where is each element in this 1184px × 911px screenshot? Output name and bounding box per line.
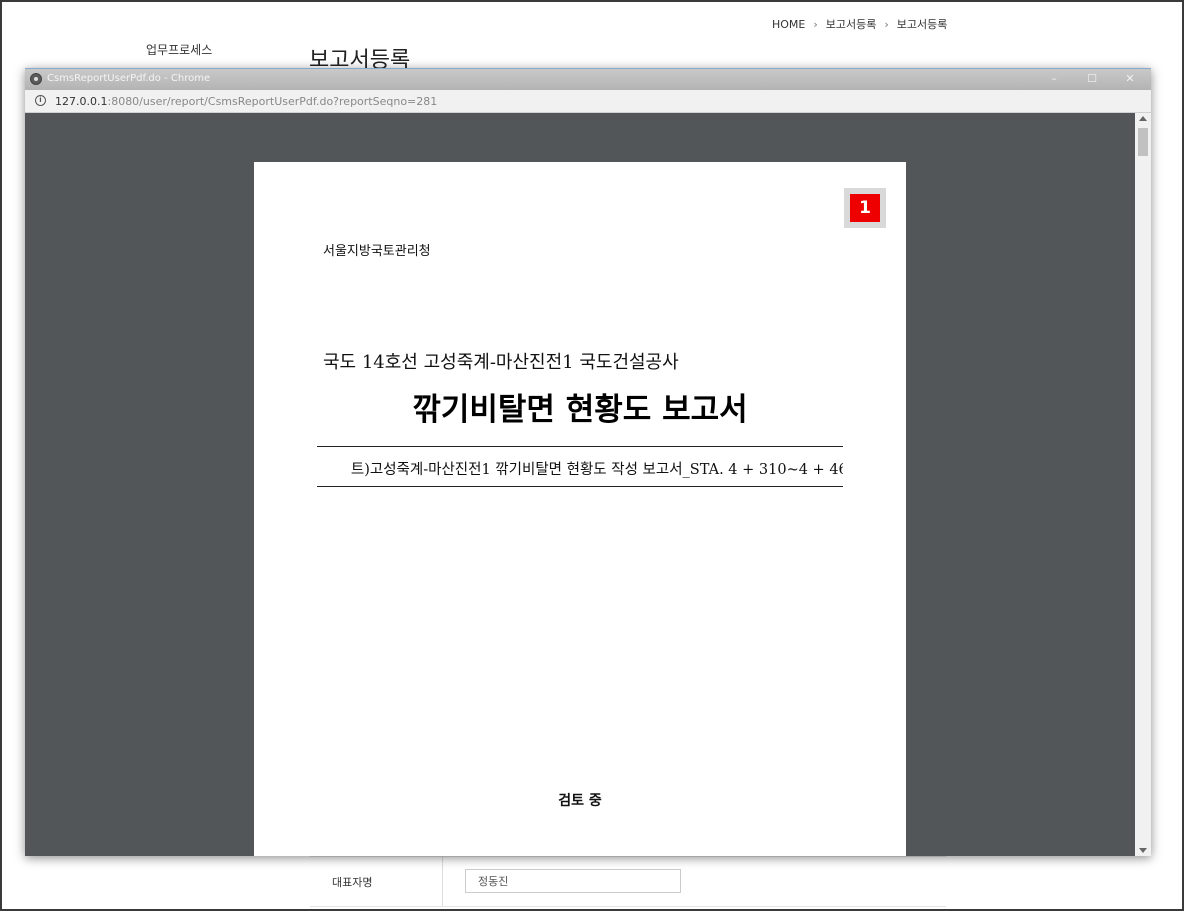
form-row-representative: 대표자명 [310, 856, 946, 907]
close-button[interactable]: ✕ [1119, 71, 1141, 87]
scrollbar-thumb[interactable] [1138, 128, 1148, 156]
title-rule-top [317, 446, 843, 447]
representative-label: 대표자명 [332, 876, 373, 889]
window-title: CsmsReportUserPdf.do - Chrome [47, 73, 211, 84]
scroll-up-arrow-icon[interactable] [1139, 116, 1147, 121]
window-titlebar[interactable]: CsmsReportUserPdf.do - Chrome – ☐ ✕ [25, 68, 1151, 90]
representative-input[interactable] [465, 869, 681, 893]
sidebar-title: 업무프로세스 [146, 43, 213, 57]
url-host: 127.0.0.1 [55, 95, 108, 108]
report-title: 깎기비탈면 현황도 보고서 [412, 392, 748, 428]
page-number: 1 [850, 194, 880, 222]
breadcrumb-level1[interactable]: 보고서등록 [826, 16, 877, 32]
chevron-right-icon: › [884, 17, 889, 31]
chrome-icon [30, 73, 42, 85]
scroll-down-arrow-icon[interactable] [1139, 848, 1147, 853]
pdf-viewer[interactable]: 1 서울지방국토관리청 국도 14호선 고성죽계-마산진전1 국도건설공사 깎기… [25, 113, 1135, 856]
pdf-page: 1 서울지방국토관리청 국도 14호선 고성죽계-마산진전1 국도건설공사 깎기… [254, 162, 906, 856]
report-subtitle: 트)고성죽계-마산진전1 깎기비탈면 현황도 작성 보고서_STA. 4 + 3… [350, 462, 843, 478]
vertical-scrollbar[interactable] [1135, 113, 1151, 856]
url-path: :8080/user/report/CsmsReportUserPdf.do?r… [107, 95, 438, 108]
organization-name: 서울지방국토관리청 [323, 244, 431, 259]
breadcrumb-level2: 보고서등록 [896, 18, 948, 31]
breadcrumb: HOME › 보고서등록 › 보고서등록 [772, 16, 947, 32]
minimize-button[interactable]: – [1043, 71, 1065, 87]
subtitle-box: 트)고성죽계-마산진전1 깎기비탈면 현황도 작성 보고서_STA. 4 + 3… [317, 454, 843, 482]
page-number-badge: 1 [844, 188, 886, 228]
address-bar[interactable]: i 127.0.0.1:8080/user/report/CsmsReportU… [25, 90, 1151, 113]
project-name: 국도 14호선 고성죽계-마산진전1 국도건설공사 [323, 352, 679, 373]
pdf-popup-window: CsmsReportUserPdf.do - Chrome – ☐ ✕ i 12… [25, 68, 1151, 856]
breadcrumb-home[interactable]: HOME [772, 18, 805, 31]
url-text[interactable]: 127.0.0.1:8080/user/report/CsmsReportUse… [55, 95, 437, 108]
title-rule-bottom [317, 486, 843, 487]
chevron-right-icon: › [813, 17, 818, 31]
maximize-button[interactable]: ☐ [1081, 71, 1103, 87]
info-icon[interactable]: i [35, 95, 46, 106]
review-status: 검토 중 [558, 793, 602, 809]
form-label-cell: 대표자명 [310, 856, 443, 906]
